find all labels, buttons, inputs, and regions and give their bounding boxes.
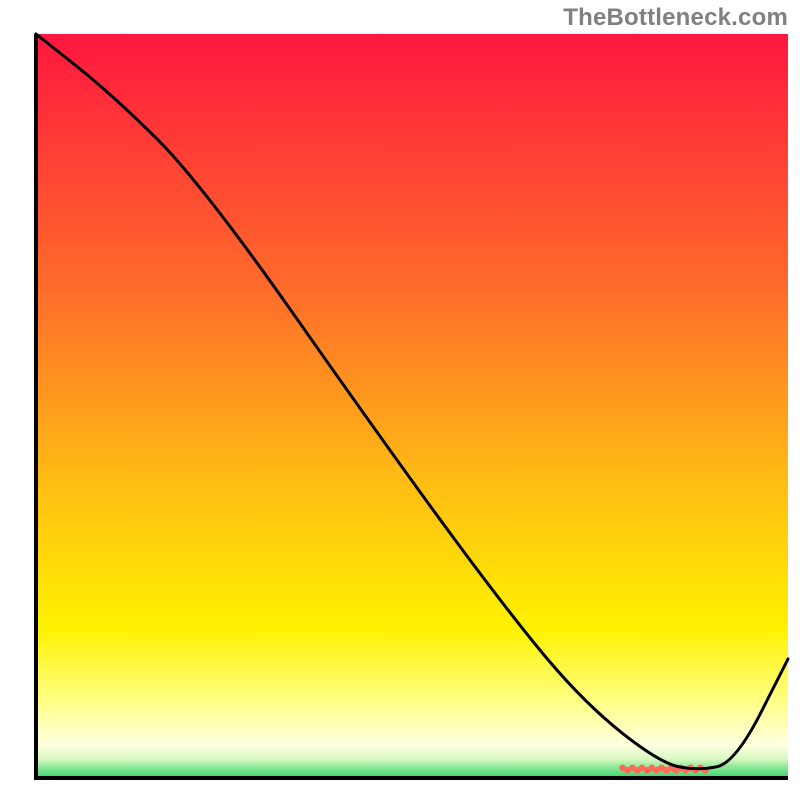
plot-gradient-bg	[36, 34, 788, 778]
bottleneck-chart: TheBottleneck.com	[0, 0, 800, 800]
chart-canvas	[0, 0, 800, 800]
watermark-text: TheBottleneck.com	[563, 4, 788, 32]
